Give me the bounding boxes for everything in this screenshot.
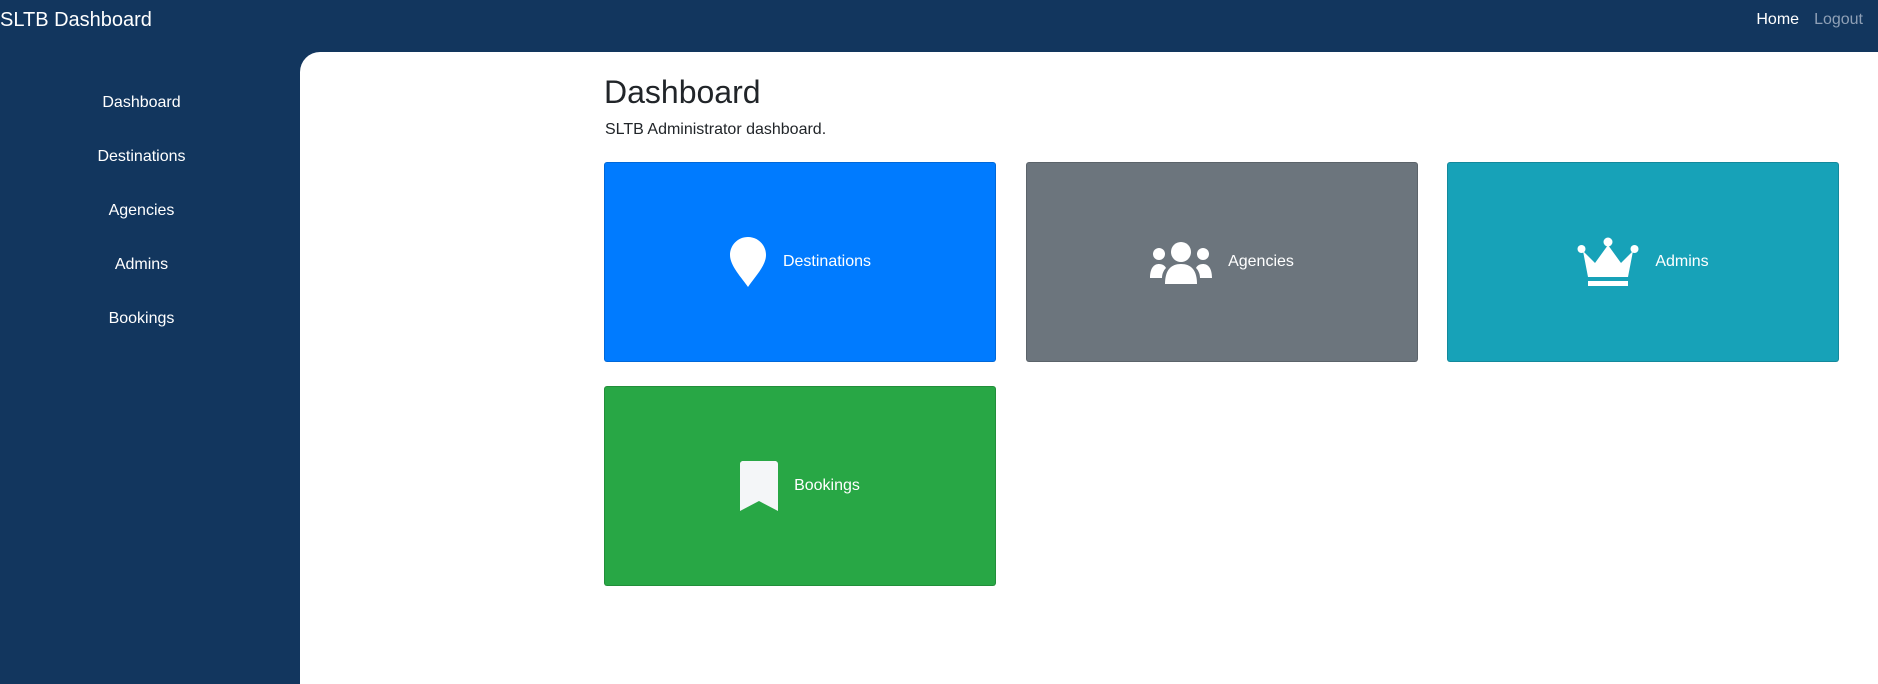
sidebar-item-agencies[interactable]: Agencies [0, 201, 283, 221]
crown-icon [1577, 237, 1639, 287]
users-icon [1150, 240, 1213, 284]
agencies-card-label: Agencies [1228, 253, 1294, 270]
destinations-card-label: Destinations [782, 253, 872, 270]
page-subtitle: SLTB Administrator dashboard. [605, 121, 827, 138]
sidebar-item-dashboard[interactable]: Dashboard [0, 93, 283, 113]
main-content [300, 52, 1878, 684]
brand-title[interactable]: SLTB Dashboard [0, 8, 152, 32]
sidebar-item-bookings[interactable]: Bookings [0, 309, 283, 329]
logout-link[interactable]: Logout [1814, 10, 1863, 30]
bookmark-icon [740, 461, 779, 511]
destinations-card[interactable]: Destinations [604, 162, 996, 362]
bookings-card[interactable]: Bookings [604, 386, 996, 586]
sidebar: Dashboard Destinations Agencies Admins B… [0, 40, 300, 684]
agencies-card[interactable]: Agencies [1026, 162, 1418, 362]
admins-card-label: Admins [1655, 253, 1709, 270]
home-link[interactable]: Home [1756, 10, 1799, 30]
bookings-card-label: Bookings [794, 477, 860, 494]
admins-card[interactable]: Admins [1447, 162, 1839, 362]
map-marker-icon [729, 237, 767, 287]
top-navbar: SLTB Dashboard Home Logout [0, 0, 1878, 40]
page-title: Dashboard [604, 74, 761, 110]
top-nav-links: Home Logout [1756, 10, 1863, 30]
sidebar-item-destinations[interactable]: Destinations [0, 147, 283, 167]
sidebar-item-admins[interactable]: Admins [0, 255, 283, 275]
